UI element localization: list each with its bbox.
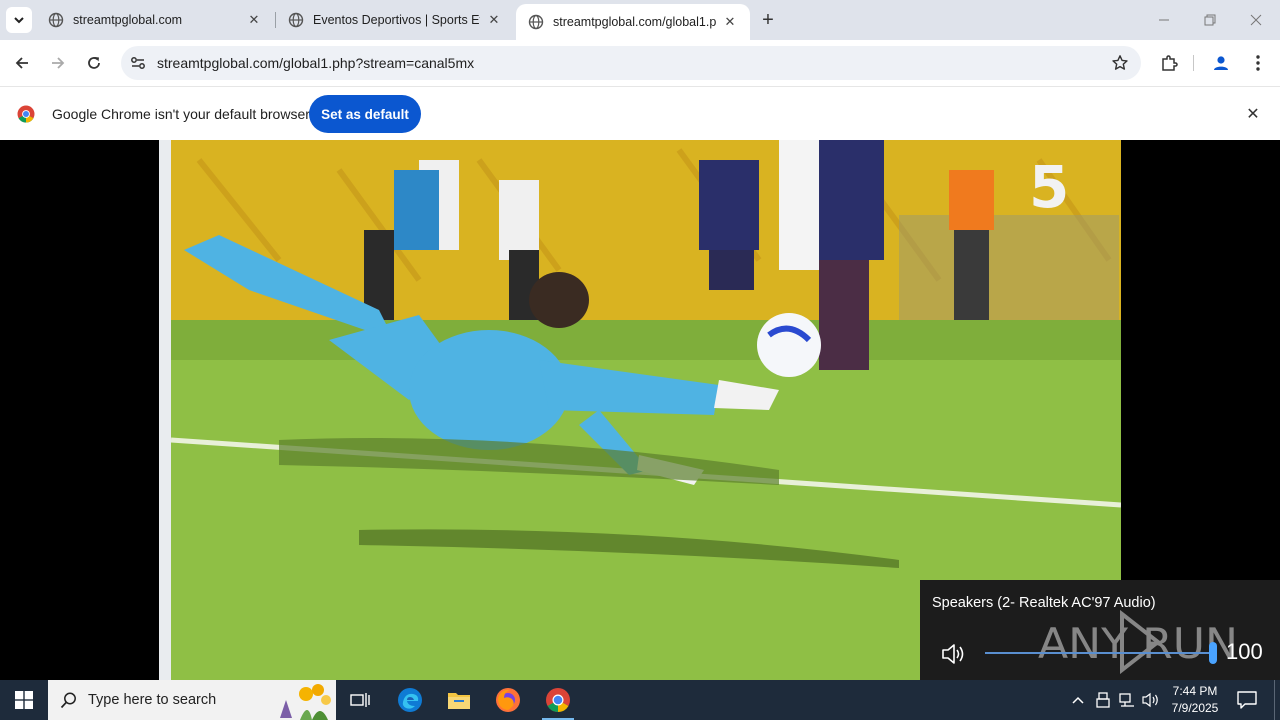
clock-date: 7/9/2025: [1171, 701, 1219, 715]
minimize-button[interactable]: [1141, 0, 1187, 40]
windows-taskbar: Type here to search 7:44 PM 7/9/2025: [0, 680, 1280, 720]
restore-button[interactable]: [1187, 0, 1233, 40]
reload-button[interactable]: [82, 51, 106, 75]
tray-volume-icon[interactable]: [1141, 690, 1161, 710]
chevron-down-icon: [14, 17, 24, 24]
close-window-button[interactable]: [1233, 0, 1279, 40]
extensions-button[interactable]: [1157, 51, 1181, 75]
taskbar-search[interactable]: Type here to search: [48, 680, 336, 720]
close-tab-icon[interactable]: ✕: [486, 12, 502, 28]
back-button[interactable]: [10, 51, 34, 75]
start-button[interactable]: [0, 680, 48, 720]
show-desktop-button[interactable]: [1274, 680, 1280, 720]
usb-device-icon: [1096, 692, 1110, 708]
search-placeholder: Type here to search: [88, 692, 217, 708]
toolbar-divider: [1193, 55, 1194, 71]
volume-flyout: Speakers (2- Realtek AC'97 Audio) ANY RU…: [920, 580, 1280, 680]
tab-search-button[interactable]: [6, 7, 32, 33]
show-hidden-icons[interactable]: [1068, 690, 1088, 710]
task-view-icon: [350, 693, 370, 707]
globe-icon: [288, 12, 304, 28]
reload-icon: [88, 57, 100, 69]
restore-icon: [1204, 14, 1216, 26]
browser-toolbar: streamtpglobal.com/global1.php?stream=ca…: [0, 40, 1280, 86]
site-settings-icon[interactable]: [129, 54, 147, 72]
tab-global1-active[interactable]: streamtpglobal.com/global1.ph ✕: [516, 4, 750, 40]
tab-title: streamtpglobal.com: [73, 13, 183, 27]
tab-eventos-deportivos[interactable]: Eventos Deportivos | Sports Eve ✕: [276, 0, 514, 40]
windows-logo-icon: [15, 691, 33, 709]
tray-device-icon[interactable]: [1093, 690, 1113, 710]
edge-icon: [398, 688, 422, 712]
notification-center-icon[interactable]: [1236, 690, 1258, 710]
tab-title: Eventos Deportivos | Sports Eve: [313, 13, 480, 27]
network-icon: [1119, 693, 1134, 707]
back-arrow-icon: [15, 57, 28, 69]
globe-icon: [528, 14, 544, 30]
close-tab-icon[interactable]: ✕: [722, 14, 738, 30]
volume-level: 100: [1226, 639, 1263, 664]
chevron-up-icon: [1072, 696, 1084, 704]
channel-logo: 5: [1029, 153, 1070, 221]
tray-network-icon[interactable]: [1117, 690, 1137, 710]
close-tab-icon[interactable]: ✕: [246, 12, 262, 28]
close-infobar-icon[interactable]: ✕: [1244, 105, 1262, 123]
task-view-button[interactable]: [336, 680, 384, 720]
speaker-icon[interactable]: [940, 640, 968, 668]
puzzle-icon: [1162, 55, 1178, 71]
volume-slider-track[interactable]: [985, 652, 1213, 654]
close-icon: [1250, 14, 1262, 26]
forward-arrow-icon: [52, 57, 65, 69]
profile-button[interactable]: [1209, 51, 1233, 75]
tab-streamtpglobal[interactable]: streamtpglobal.com ✕: [36, 0, 274, 40]
volume-icon: [1142, 692, 1158, 708]
anyrun-watermark: ANY RUN: [1038, 610, 1238, 674]
file-explorer-icon: [448, 693, 470, 709]
default-browser-infobar: Google Chrome isn't your default browser…: [0, 86, 1280, 140]
chrome-logo-icon: [17, 105, 35, 123]
tab-strip: streamtpglobal.com ✕ Eventos Deportivos …: [0, 0, 1280, 40]
search-icon: [60, 692, 76, 709]
more-vert-icon: [1256, 55, 1260, 71]
profile-icon: [1214, 56, 1228, 70]
new-tab-button[interactable]: +: [756, 8, 780, 32]
set-as-default-button[interactable]: Set as default: [309, 95, 421, 133]
search-highlight-flowers-icon: [280, 684, 331, 720]
volume-slider-thumb[interactable]: [1209, 642, 1217, 664]
menu-button[interactable]: [1246, 51, 1270, 75]
chrome-icon: [546, 688, 570, 713]
taskbar-clock[interactable]: 7:44 PM 7/9/2025: [1166, 683, 1224, 717]
globe-icon: [48, 12, 64, 28]
taskbar-file-explorer[interactable]: [435, 680, 483, 720]
tab-title: streamtpglobal.com/global1.ph: [553, 15, 716, 29]
taskbar-firefox[interactable]: [484, 680, 532, 720]
url-text: streamtpglobal.com/global1.php?stream=ca…: [157, 55, 475, 71]
forward-button[interactable]: [46, 51, 70, 75]
svg-text:ANY RUN: ANY RUN: [1038, 619, 1238, 668]
address-bar[interactable]: streamtpglobal.com/global1.php?stream=ca…: [121, 46, 1141, 80]
clock-time: 7:44 PM: [1172, 684, 1218, 698]
minimize-icon: [1159, 19, 1169, 21]
firefox-icon: [496, 688, 520, 712]
infobar-message: Google Chrome isn't your default browser: [52, 106, 310, 122]
taskbar-chrome[interactable]: [534, 680, 582, 720]
taskbar-edge[interactable]: [386, 680, 434, 720]
audio-device-name[interactable]: Speakers (2- Realtek AC'97 Audio): [932, 595, 1156, 611]
bookmark-star-icon[interactable]: [1111, 54, 1129, 72]
